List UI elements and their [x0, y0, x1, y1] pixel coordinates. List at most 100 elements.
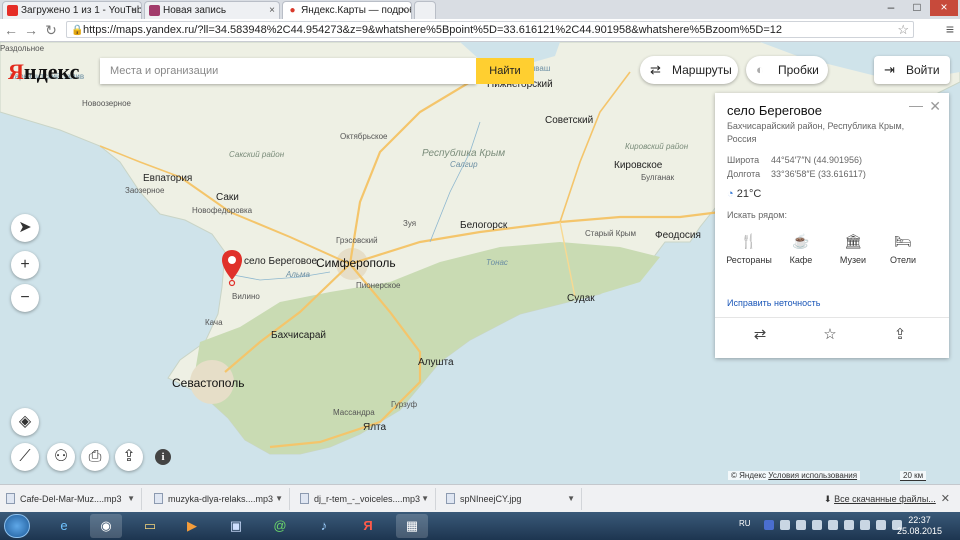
network-icon[interactable] [876, 520, 886, 530]
chevron-down-icon[interactable]: ▼ [127, 488, 135, 510]
download-item[interactable]: Cafe-Del-Mar-Muz....mp3 ▼ [2, 488, 142, 510]
window-close-icon[interactable]: × [930, 0, 958, 16]
tray-icon[interactable] [860, 520, 870, 530]
download-icon: ⬇ [824, 494, 832, 504]
print-icon[interactable]: ⎙ [81, 443, 109, 471]
tray-icon[interactable] [828, 520, 838, 530]
yandex-browser-icon[interactable]: Я [352, 514, 384, 538]
chevron-down-icon[interactable]: ▼ [421, 488, 429, 510]
longitude-row: Долгота 33°36′58″E (33.616117) [727, 169, 866, 179]
search-input[interactable]: Места и организации [100, 58, 476, 84]
museum-icon: 🏛 [844, 233, 862, 249]
map-label: Октябрьское [340, 132, 388, 141]
close-icon[interactable]: ✕ [941, 488, 950, 510]
youtube-icon [7, 5, 18, 16]
map-label: Симферополь [316, 256, 396, 270]
map-label: Саки [216, 192, 239, 203]
show-all-downloads-link[interactable]: ⬇ Все скачанные файлы... [824, 488, 936, 510]
download-item[interactable]: dj_r-tem_-_voiceles....mp3 ▼ [296, 488, 436, 510]
tray-icon[interactable] [844, 520, 854, 530]
chrome-icon[interactable]: ◉ [90, 514, 122, 538]
map-pin-icon: ● [287, 5, 298, 16]
map-label: Зуя [403, 219, 417, 228]
map-label: Феодосия [655, 230, 701, 241]
collapse-icon[interactable]: — [909, 97, 923, 113]
internet-explorer-icon[interactable]: e [48, 514, 80, 538]
tab-youtube[interactable]: Загружено 1 из 1 - YouTube × [2, 1, 142, 19]
volume-app-icon[interactable]: ♪ [308, 514, 340, 538]
info-icon[interactable]: i [155, 449, 171, 465]
map-label: Кировское [614, 160, 663, 171]
new-tab-button[interactable] [414, 1, 436, 19]
tray-icon[interactable] [780, 520, 790, 530]
reload-icon[interactable]: ↻ [42, 21, 60, 39]
hotel-icon: 🛏 [894, 233, 912, 249]
save-icon[interactable]: ▣ [220, 514, 252, 538]
tab-new-post[interactable]: Новая запись × [144, 1, 280, 19]
map-label: Пионерское [356, 281, 401, 290]
downloads-bar: Cafe-Del-Mar-Muz....mp3 ▼ muzyka-dlya-re… [0, 484, 960, 513]
chevron-down-icon[interactable]: ▼ [275, 488, 283, 510]
map-label: Раздольное [0, 44, 45, 53]
bookmark-star-icon[interactable]: ☆ [897, 22, 909, 37]
category-cafe[interactable]: ☕ Кафе [775, 233, 827, 265]
browser-menu-icon[interactable]: ≡ [946, 21, 954, 37]
clock[interactable]: 22:37 25.08.2015 [897, 515, 942, 537]
map-label: Судак [567, 293, 595, 304]
map-label: Новофедоровка [192, 206, 253, 215]
file-icon [154, 493, 163, 504]
media-player-icon[interactable]: ▶ [176, 514, 208, 538]
tab-label: Загружено 1 из 1 - YouTube [21, 5, 142, 16]
weather: ◔ 21°C [727, 188, 762, 200]
geolocation-icon[interactable]: ➤ [11, 214, 39, 242]
map-label: Алушта [418, 357, 454, 368]
tab-yandex-maps[interactable]: ● Яндекс.Карты — подроб × [282, 1, 412, 19]
zoom-out-icon[interactable]: − [11, 284, 39, 312]
close-icon[interactable]: × [131, 2, 137, 19]
tray-icon[interactable] [796, 520, 806, 530]
forward-arrow-icon[interactable]: → [22, 21, 40, 39]
latitude-row: Широта 44°54′7″N (44.901956) [727, 155, 863, 165]
traffic-button[interactable]: ◐ Пробки [746, 56, 828, 84]
fix-error-link[interactable]: Исправить неточность [727, 298, 820, 308]
restaurant-icon: 🍴 [740, 233, 758, 249]
maximize-icon[interactable]: □ [904, 0, 930, 16]
folder-icon[interactable]: ▭ [134, 514, 166, 538]
ruler-icon[interactable]: ⟋ [11, 443, 39, 471]
share-icon[interactable]: ⇪ [885, 325, 915, 343]
category-museums[interactable]: 🏛 Музеи [827, 233, 879, 265]
search-button[interactable]: Найти [476, 58, 534, 84]
close-icon[interactable]: ✕ [929, 98, 941, 115]
cafe-icon: ☕ [792, 233, 810, 249]
close-icon[interactable]: × [269, 2, 275, 19]
place-label-beregovoe[interactable]: село Береговое [244, 256, 317, 267]
start-button[interactable] [4, 514, 30, 538]
minimize-icon[interactable]: – [878, 0, 904, 16]
tray-icon[interactable] [812, 520, 822, 530]
category-restaurants[interactable]: 🍴 Рестораны [723, 233, 775, 265]
place-title: село Береговое [727, 103, 822, 118]
url-input[interactable]: 🔒 https://maps.yandex.ru/?ll=34.583948%2… [66, 21, 914, 38]
back-arrow-icon[interactable]: ← [2, 21, 20, 39]
bookmark-star-icon[interactable]: ☆ [815, 325, 845, 343]
download-item[interactable]: spNIneejCY.jpg ▼ [442, 488, 582, 510]
routes-button[interactable]: ⇄ Маршруты [640, 56, 738, 84]
agent-icon[interactable]: @ [264, 514, 296, 538]
tray-icon[interactable] [764, 520, 774, 530]
download-item[interactable]: muzyka-dlya-relaks....mp3 ▼ [150, 488, 290, 510]
video-icon[interactable]: ▦ [396, 514, 428, 538]
category-hotels[interactable]: 🛏 Отели [877, 233, 929, 265]
login-button[interactable]: ⇥ Войти [874, 56, 950, 84]
terms-link[interactable]: Условия использования [768, 471, 857, 480]
language-indicator[interactable]: RU [739, 519, 751, 528]
route-here-icon[interactable]: ⇄ [745, 325, 775, 343]
yandex-logo[interactable]: Яндекс [8, 59, 79, 85]
close-icon[interactable]: × [401, 2, 407, 19]
chevron-down-icon[interactable]: ▼ [567, 488, 575, 510]
file-icon [6, 493, 15, 504]
share-icon[interactable]: ⇪ [115, 443, 143, 471]
layers-icon[interactable]: ◈ [11, 408, 39, 436]
taskbar: e ◉ ▭ ▶ ▣ @ ♪ Я ▦ RU 22:37 25.08.2015 [0, 512, 960, 540]
zoom-in-icon[interactable]: + [11, 251, 39, 279]
panorama-icon[interactable]: ⚇ [47, 443, 75, 471]
